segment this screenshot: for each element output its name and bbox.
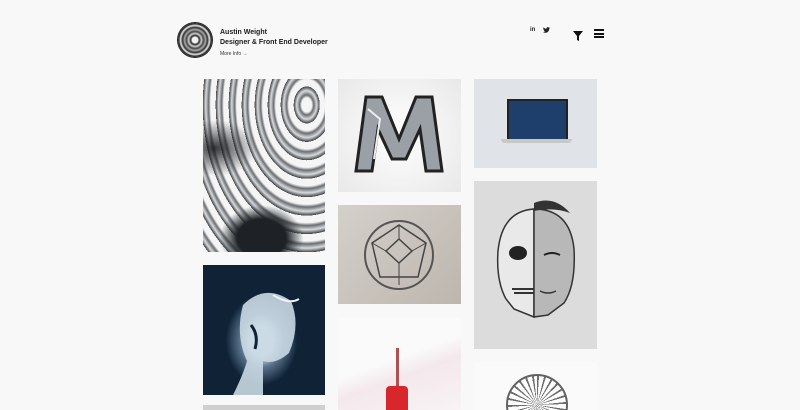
portfolio-tile-letter-m[interactable]	[338, 79, 461, 192]
site-owner-role: Designer & Front End Developer	[220, 39, 328, 46]
polyhedron-image	[364, 220, 434, 290]
portfolio-tile-half-skull[interactable]	[474, 181, 597, 349]
portfolio-tile-polyhedron[interactable]	[338, 205, 461, 304]
portfolio-tile-red-popsicle[interactable]	[338, 318, 461, 410]
laptop-screen	[507, 99, 568, 141]
site-logo[interactable]	[178, 23, 212, 57]
portfolio-tile-wireframe-sphere[interactable]	[474, 362, 597, 410]
portfolio-tile-partial[interactable]	[203, 405, 325, 410]
letter-m-image	[354, 95, 444, 173]
twitter-icon[interactable]	[543, 27, 551, 35]
hamburger-menu-icon[interactable]	[594, 29, 604, 38]
site-owner-name: Austin Weight	[220, 29, 267, 36]
portfolio-tile-laptop[interactable]	[474, 79, 597, 168]
social-links: in	[530, 27, 551, 35]
half-skull-image	[496, 200, 576, 319]
portfolio-tile-hooded-figure[interactable]	[203, 265, 325, 395]
portfolio-tile-hurricane[interactable]	[203, 79, 325, 252]
filter-icon[interactable]	[573, 28, 583, 41]
more-info-link[interactable]: More Info →	[220, 49, 328, 59]
laptop-base	[501, 139, 572, 143]
brand-block: Austin Weight Designer & Front End Devel…	[220, 28, 328, 59]
hooded-figure-image	[233, 292, 300, 395]
linkedin-icon[interactable]: in	[530, 27, 535, 35]
